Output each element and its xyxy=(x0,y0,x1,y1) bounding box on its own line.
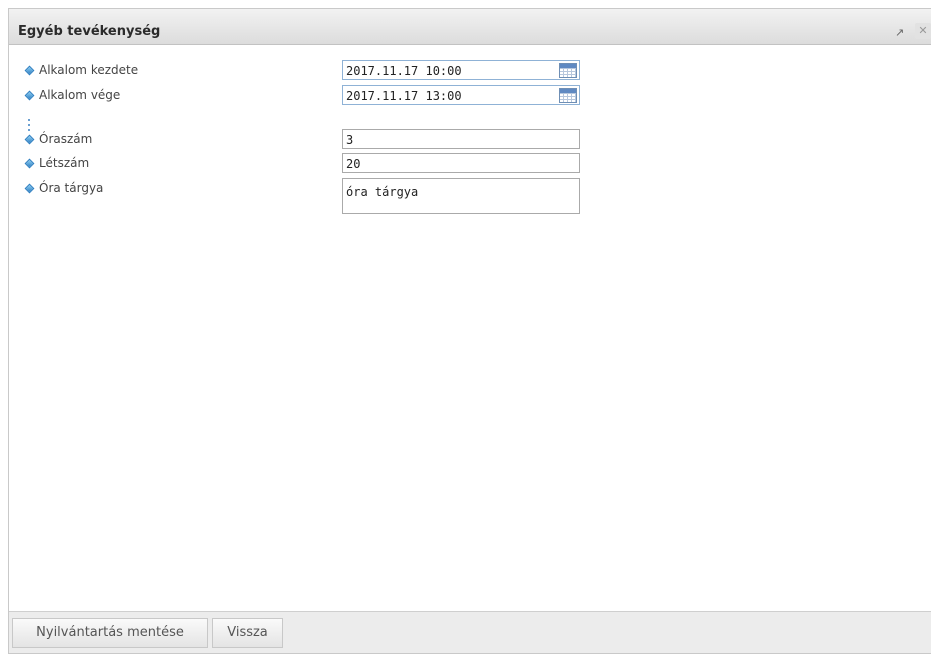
subject-textarea[interactable]: óra tárgya xyxy=(342,178,580,214)
field-label: Óra tárgya xyxy=(39,181,104,195)
end-datetime-input[interactable]: 2017.11.17 13:00 xyxy=(342,85,580,105)
field-label: Alkalom vége xyxy=(39,88,121,102)
headcount-input[interactable]: 20 xyxy=(342,153,580,173)
dialog-window: Egyéb tevékenység ↗ ✕ Alkalom kezdete 20… xyxy=(8,8,931,654)
field-label: Óraszám xyxy=(39,132,93,146)
start-datetime-input[interactable]: 2017.11.17 10:00 xyxy=(342,60,580,80)
field-row-alkalom-vege: Alkalom vége 2017.11.17 13:00 xyxy=(23,85,623,105)
input-value: 2017.11.17 13:00 xyxy=(346,89,462,103)
dialog-title: Egyéb tevékenység xyxy=(18,24,161,39)
dialog-titlebar: Egyéb tevékenység ↗ ✕ xyxy=(9,9,931,45)
close-icon[interactable]: ✕ xyxy=(915,23,931,39)
field-label: Létszám xyxy=(39,156,90,170)
input-value: 2017.11.17 10:00 xyxy=(346,64,462,78)
bullet-icon xyxy=(24,134,35,145)
field-label: Alkalom kezdete xyxy=(39,63,139,77)
field-row-alkalom-kezdete: Alkalom kezdete 2017.11.17 10:00 xyxy=(23,60,623,80)
calendar-icon[interactable] xyxy=(559,88,577,103)
maximize-icon[interactable]: ↗ xyxy=(895,26,904,39)
field-row-oraszam: Óraszám 3 xyxy=(23,129,623,149)
bullet-icon xyxy=(24,65,35,76)
field-row-ora-targya: Óra tárgya óra tárgya xyxy=(23,178,623,214)
bullet-icon xyxy=(24,183,35,194)
save-record-button[interactable]: Nyilvántartás mentése xyxy=(12,618,208,648)
bullet-icon xyxy=(24,90,35,101)
back-button[interactable]: Vissza xyxy=(212,618,283,648)
calendar-icon[interactable] xyxy=(559,63,577,78)
field-row-letszam: Létszám 20 xyxy=(23,153,623,173)
bullet-icon xyxy=(24,158,35,169)
hours-input[interactable]: 3 xyxy=(342,129,580,149)
dialog-footer: Nyilvántartás mentése Vissza xyxy=(9,611,931,653)
